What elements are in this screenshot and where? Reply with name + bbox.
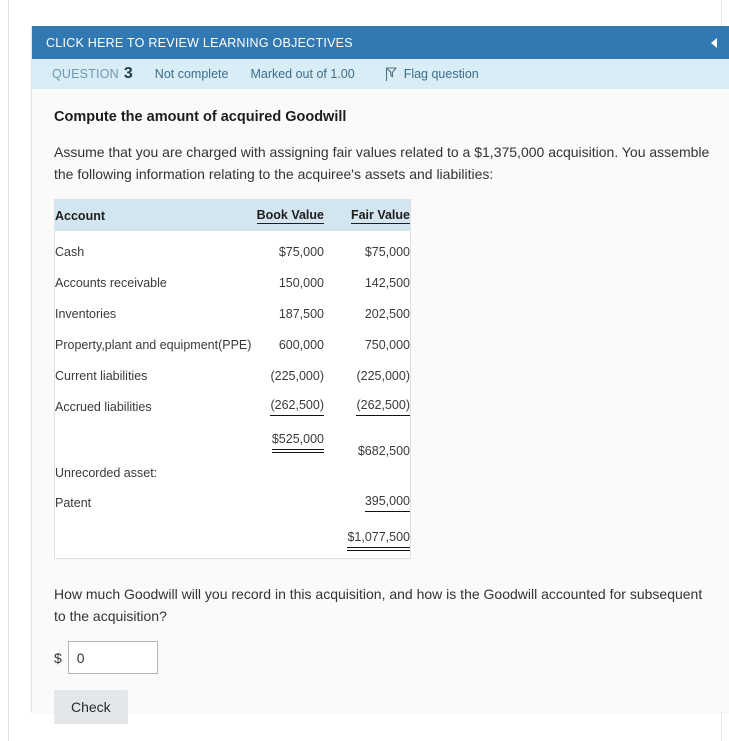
- cell-book-value: (262,500): [236, 391, 324, 422]
- cell-account: Current liabilities: [55, 368, 148, 383]
- cell-account: Accounts receivable: [55, 275, 167, 290]
- question-marks: Marked out of 1.00: [250, 67, 355, 81]
- cell-grand-total-fair-value: $1,077,500: [324, 520, 410, 558]
- question-label: QUESTION: [52, 67, 119, 81]
- currency-symbol: $: [54, 649, 62, 666]
- question-intro-text: Assume that you are charged with assigni…: [54, 144, 710, 183]
- table-row: Accounts receivable 150,000 142,500: [55, 267, 410, 298]
- column-header-fair-value: Fair Value: [350, 207, 410, 224]
- cell-book-value: (225,000): [270, 368, 324, 383]
- cell-account: Accrued liabilities: [55, 399, 152, 414]
- table-row: Cash $75,000 $75,000: [55, 231, 410, 267]
- cell-fair-value: 142,500: [364, 275, 410, 290]
- question-number: 3: [123, 65, 133, 82]
- table-row: Inventories 187,500 202,500: [55, 298, 410, 329]
- cell-account: Patent: [55, 496, 92, 511]
- table-row-patent: Patent 395,000: [55, 486, 410, 520]
- goodwill-answer-input[interactable]: [67, 641, 158, 675]
- table-row: Property,plant and equipment(PPE) 600,00…: [55, 329, 410, 360]
- check-button[interactable]: Check: [54, 690, 128, 725]
- table-row-unrecorded-label: Unrecorded asset:: [55, 460, 410, 486]
- cell-account: Property,plant and equipment(PPE): [55, 337, 252, 352]
- learning-objectives-header[interactable]: CLICK HERE TO REVIEW LEARNING OBJECTIVES: [32, 26, 729, 59]
- cell-book-value: $75,000: [278, 244, 324, 259]
- flag-question-button[interactable]: Flag question: [385, 66, 479, 82]
- page-frame: CLICK HERE TO REVIEW LEARNING OBJECTIVES…: [8, 0, 729, 741]
- cell-book-value: 150,000: [278, 275, 324, 290]
- table-header-row: Account Book Value Fair Value: [55, 200, 410, 232]
- flag-question-label: Flag question: [403, 67, 479, 81]
- acquiree-assets-liabilities-table: Account Book Value Fair Value Cash $75,0…: [55, 200, 410, 558]
- financial-table-container: Account Book Value Fair Value Cash $75,0…: [54, 199, 411, 560]
- question-card: CLICK HERE TO REVIEW LEARNING OBJECTIVES…: [31, 26, 729, 725]
- cell-patent-fair-value: 395,000: [324, 486, 410, 520]
- table-row-subtotal: $525,000 $682,500: [55, 422, 410, 460]
- table-row: Current liabilities (225,000) (225,000): [55, 360, 410, 391]
- question-status: Not complete: [154, 67, 229, 81]
- cell-book-value: [236, 486, 324, 520]
- cell-account: [55, 520, 236, 558]
- question-prompt-text: How much Goodwill will you record in thi…: [54, 586, 703, 625]
- cell-fair-value: 202,500: [364, 306, 410, 321]
- column-header-book-value: Book Value: [256, 207, 324, 224]
- cell-fair-value: (225,000): [356, 368, 410, 383]
- question-info-bar: QUESTION 3 Not complete Marked out of 1.…: [32, 59, 729, 89]
- learning-objectives-title: CLICK HERE TO REVIEW LEARNING OBJECTIVES: [46, 35, 353, 50]
- cell-unrecorded-asset-label: Unrecorded asset:: [55, 466, 158, 481]
- flag-icon: [385, 66, 397, 81]
- cell-account: [55, 422, 236, 460]
- table-row-grand-total: $1,077,500: [55, 520, 410, 558]
- cell-fair-value: $75,000: [364, 244, 410, 259]
- column-header-account: Account: [55, 208, 105, 223]
- cell-account: Inventories: [55, 306, 117, 321]
- question-heading: Compute the amount of acquired Goodwill: [54, 109, 347, 125]
- cell-empty: [236, 460, 324, 486]
- answer-row: $: [54, 641, 711, 675]
- cell-book-value: [236, 520, 324, 558]
- cell-account: Cash: [55, 244, 85, 259]
- cell-subtotal-fair-value: $682,500: [357, 444, 410, 459]
- cell-book-value: 187,500: [278, 306, 324, 321]
- triangle-left-icon[interactable]: [711, 37, 717, 48]
- cell-fair-value: (262,500): [324, 391, 410, 422]
- cell-fair-value: 750,000: [364, 337, 410, 352]
- cell-subtotal-book-value: $525,000: [236, 422, 325, 460]
- table-row: Accrued liabilities (262,500) (262,500): [55, 391, 410, 422]
- question-content: Compute the amount of acquired Goodwill …: [32, 89, 729, 725]
- cell-empty: [324, 460, 410, 486]
